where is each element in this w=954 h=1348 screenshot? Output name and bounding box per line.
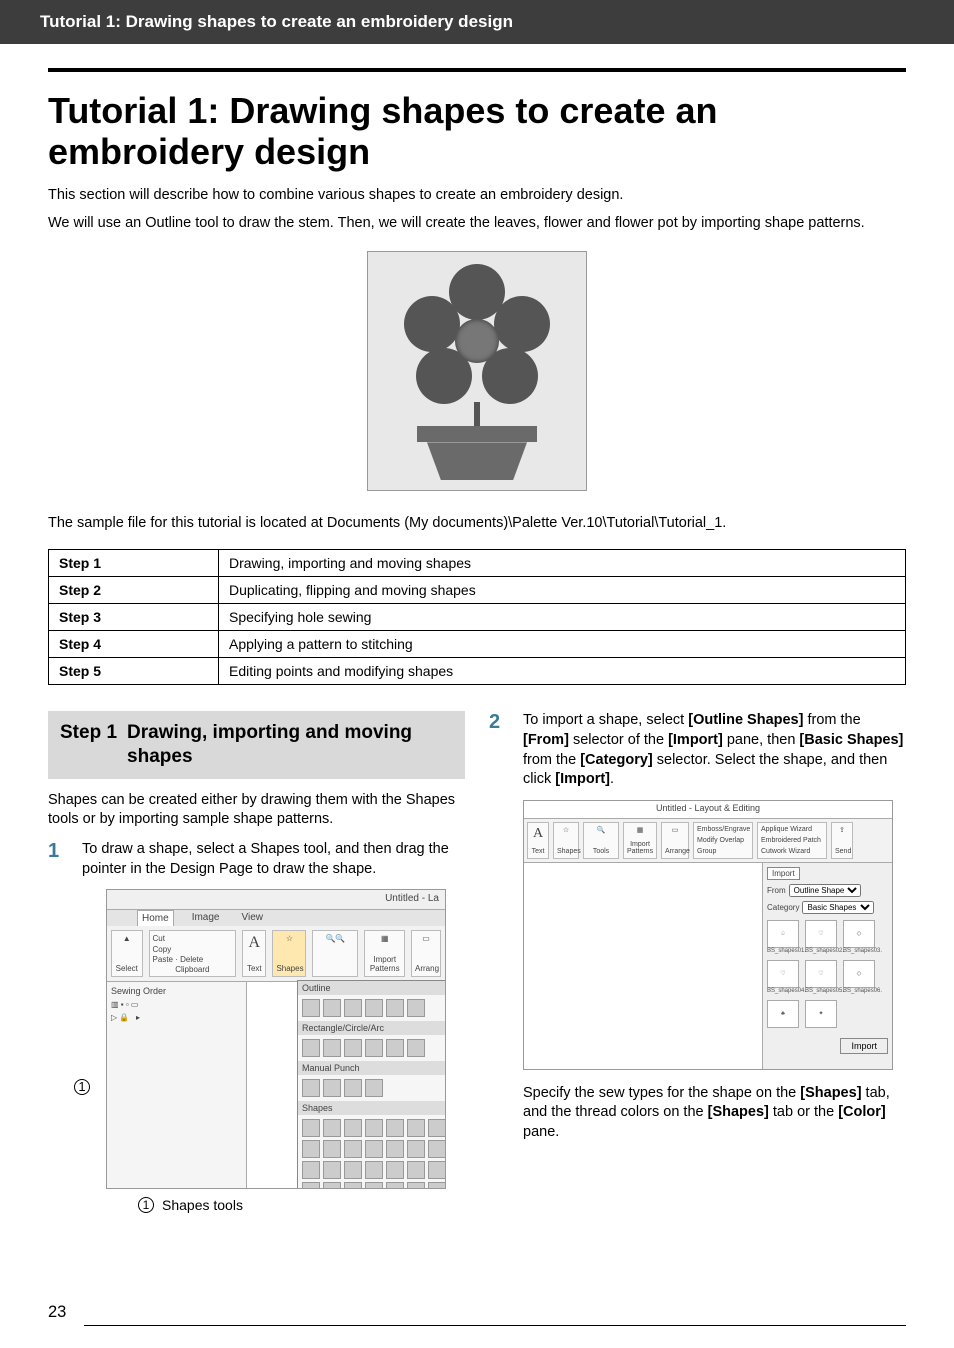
steps-table: Step 1Drawing, importing and moving shap…: [48, 549, 906, 685]
footer-rule: [84, 1325, 906, 1326]
legend-1: 1 Shapes tools: [138, 1197, 465, 1213]
shapes-button[interactable]: ☆Shapes: [553, 822, 579, 859]
list-item-2: 2 To import a shape, select [Outline Sha…: [489, 711, 906, 789]
shapes-dropdown: Outline Rectangle/Circle/Arc Manual Punc…: [297, 980, 446, 1189]
category-select[interactable]: Basic Shapes: [802, 901, 874, 914]
edit-group: Emboss/Engrave Modify Overlap Group: [693, 822, 753, 859]
list-number: 1: [48, 840, 68, 879]
list-item-1: 1 To draw a shape, select a Shapes tool,…: [48, 840, 465, 879]
text-button[interactable]: AText: [527, 822, 549, 859]
right-column: 2 To import a shape, select [Outline Sha…: [489, 711, 906, 1213]
legend-text: Shapes tools: [162, 1197, 243, 1213]
text-button[interactable]: AText: [242, 930, 266, 977]
window-titlebar: Untitled - Layout & Editing: [524, 801, 892, 819]
dropdown-section-shapes: Shapes: [298, 1101, 446, 1115]
shape-thumb[interactable]: ♡BS_shapes05.: [805, 960, 837, 994]
step1-intro: Shapes can be created either by drawing …: [48, 791, 465, 830]
table-row: Step 2Duplicating, flipping and moving s…: [49, 577, 906, 604]
sew-types-note: Specify the sew types for the shape on t…: [523, 1084, 906, 1143]
table-row: Step 4Applying a pattern to stitching: [49, 631, 906, 658]
shape-thumb[interactable]: ♡BS_shapes04.: [767, 960, 799, 994]
window-titlebar: Untitled - La: [107, 890, 445, 910]
design-canvas[interactable]: [524, 863, 762, 1069]
tab-home[interactable]: Home: [137, 910, 174, 926]
import-button[interactable]: Import: [840, 1038, 888, 1054]
zoom-group[interactable]: 🔍🔍: [312, 930, 358, 977]
sample-file-path: The sample file for this tutorial is loc…: [48, 515, 906, 531]
shape-thumbnails: ♤BS_shapes01. ♡BS_shapes02. ◇BS_shapes03…: [767, 920, 888, 1028]
ribbon: AText ☆Shapes 🔍Tools ▦Import Patterns ▭A…: [524, 819, 892, 863]
shape-thumb[interactable]: ◇BS_shapes03.: [843, 920, 875, 954]
page-content: Tutorial 1: Drawing shapes to create an …: [0, 44, 954, 1213]
tab-image[interactable]: Image: [188, 910, 224, 926]
legend-marker-icon: 1: [138, 1197, 154, 1213]
send-button[interactable]: ⇪Send: [831, 822, 853, 859]
screenshot-import-pane: Untitled - Layout & Editing AText ☆Shape…: [523, 800, 893, 1070]
dropdown-section-outline: Outline: [298, 981, 446, 995]
intro-paragraph-1: This section will describe how to combin…: [48, 185, 906, 205]
table-row: Step 1Drawing, importing and moving shap…: [49, 550, 906, 577]
import-tab[interactable]: Import: [767, 867, 800, 880]
arrange-group[interactable]: ▭Arrang: [411, 930, 441, 977]
cutsew-group: Applique Wizard Embroidered Patch Cutwor…: [757, 822, 827, 859]
tab-view[interactable]: View: [237, 910, 267, 926]
dropdown-section-rect: Rectangle/Circle/Arc: [298, 1021, 446, 1035]
sewing-order-panel: Sewing Order ▥ ▪ ▫ ▭ ▷ 🔒 ▸: [107, 982, 247, 1188]
table-row: Step 3Specifying hole sewing: [49, 604, 906, 631]
tools-group: 🔍Tools: [583, 822, 619, 859]
shape-thumb[interactable]: ✦: [805, 1000, 837, 1028]
select-group[interactable]: ▲Select: [111, 930, 143, 977]
dropdown-section-manual: Manual Punch: [298, 1061, 446, 1075]
list-number: 2: [489, 711, 509, 789]
table-row: Step 5Editing points and modifying shape…: [49, 658, 906, 685]
list-text: To draw a shape, select a Shapes tool, a…: [82, 840, 465, 879]
screenshot-shapes-tool: Untitled - La Home Image View ▲Select Cu…: [106, 889, 446, 1189]
shapes-button[interactable]: ☆Shapes: [272, 930, 306, 977]
top-rule: [48, 68, 906, 72]
arrange-button[interactable]: ▭Arrange: [661, 822, 689, 859]
shape-thumb[interactable]: ♡BS_shapes02.: [805, 920, 837, 954]
outline-tool-icon[interactable]: [302, 999, 320, 1017]
left-column: Step 1 Drawing, importing and moving sha…: [48, 711, 465, 1213]
import-patterns-button[interactable]: ▦Import Patterns: [623, 822, 657, 859]
from-select[interactable]: Outline Shapes: [789, 884, 861, 897]
list-text: To import a shape, select [Outline Shape…: [523, 711, 906, 789]
clipboard-group: Cut Copy Paste · Delete Clipboard: [149, 930, 237, 977]
page-title: Tutorial 1: Drawing shapes to create an …: [48, 90, 906, 173]
shape-thumb[interactable]: ♣: [767, 1000, 799, 1028]
import-pane: Import FromOutline Shapes CategoryBasic …: [762, 863, 892, 1069]
shape-thumb[interactable]: ♤BS_shapes01.: [767, 920, 799, 954]
ribbon-tabs: Home Image View: [137, 910, 267, 926]
page-header: Tutorial 1: Drawing shapes to create an …: [0, 0, 954, 44]
import-patterns-button[interactable]: ▦Import Patterns: [364, 930, 405, 977]
step-number: Step 1: [60, 721, 117, 769]
category-label: Category: [767, 903, 799, 912]
hero-illustration: [367, 251, 587, 491]
ribbon: ▲Select Cut Copy Paste · Delete Clipboar…: [107, 926, 445, 982]
step1-heading: Step 1 Drawing, importing and moving sha…: [48, 711, 465, 779]
step-title: Drawing, importing and moving shapes: [127, 721, 453, 769]
shape-thumb[interactable]: ◇BS_shapes06.: [843, 960, 875, 994]
from-label: From: [767, 886, 786, 895]
page-number: 23: [48, 1303, 66, 1322]
callout-marker-1: 1: [74, 1079, 90, 1095]
intro-paragraph-2: We will use an Outline tool to draw the …: [48, 213, 906, 233]
